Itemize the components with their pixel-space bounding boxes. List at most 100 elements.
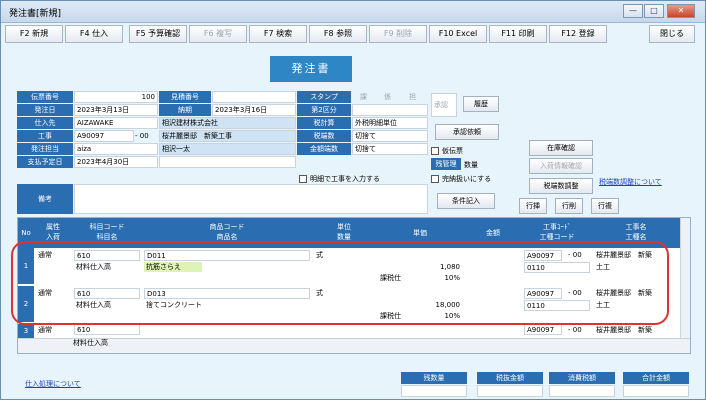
zeihasu-chousei-button[interactable]: 税端数調整: [529, 178, 593, 194]
nouki-label: 納期: [159, 104, 211, 116]
zeihasu-label: 税端数: [297, 130, 351, 142]
kingakuhasu-field[interactable]: 切捨て: [352, 143, 428, 155]
denpyo-no-label: 伝票番号: [17, 91, 73, 103]
row-zokusei[interactable]: 通常: [36, 325, 70, 335]
f8-reference-button[interactable]: F8 参照: [309, 25, 367, 43]
gyou-copy-button[interactable]: 行複: [591, 198, 619, 214]
col-zokusei-label: 属性: [46, 223, 60, 231]
kubun2-label: 第2区分: [297, 104, 351, 116]
f6-copy-button[interactable]: F6 複写: [189, 25, 247, 43]
vertical-scrollbar[interactable]: [680, 218, 690, 338]
f10-excel-button[interactable]: F10 Excel: [429, 25, 487, 43]
kingakuhasu-label: 金額端数: [297, 143, 351, 155]
zan-kanri-value: 数量: [464, 161, 478, 169]
kouji-sub: - 00: [135, 132, 149, 140]
zeikeisan-label: 税計算: [297, 117, 351, 129]
kouji-name-field: 桜井麗景邸 新築工事: [159, 130, 296, 142]
mitsumori-field[interactable]: [212, 91, 296, 103]
shiharai-extra-field: [159, 156, 296, 168]
stamp-ka: 課: [360, 93, 367, 101]
shiiresaki-code-field[interactable]: AIZAWAKE: [74, 117, 158, 129]
col-suryo-label: 数量: [337, 233, 351, 241]
shiiresaki-label: 仕入先: [17, 117, 73, 129]
gyou-delete-button[interactable]: 行削: [555, 198, 583, 214]
zan-suryo-label: 残数量: [401, 372, 467, 384]
row-kouji-code[interactable]: A90097: [524, 324, 562, 335]
maximize-button[interactable]: □: [644, 4, 664, 18]
gyou-insert-button[interactable]: 行挿: [519, 198, 547, 214]
jouken-button[interactable]: 条件記入: [437, 193, 495, 209]
shiiresaki-name-field: 相沢建材株式会社: [159, 117, 296, 129]
shiharai-label: 支払予定日: [17, 156, 73, 168]
shounin-stamp[interactable]: 承認: [431, 93, 457, 117]
kubun2-field[interactable]: [352, 104, 428, 116]
meisai-kouji-checkbox[interactable]: [299, 175, 307, 183]
close-window-button[interactable]: ✕: [667, 4, 695, 18]
minimize-button[interactable]: —: [623, 4, 643, 18]
stamp-tan: 担: [409, 93, 416, 101]
zeihasu-link[interactable]: 税端数調整について: [599, 178, 669, 187]
goukei-label: 合計金額: [623, 372, 689, 384]
form-title: 発注書: [270, 56, 352, 82]
order-window: 発注書[新規] — □ ✕ F2 新規 F4 仕入 F5 予算確認 F6 複写 …: [0, 0, 706, 400]
nyuka-kakunin-button[interactable]: 入荷情報確認: [529, 158, 593, 174]
f5-budget-button[interactable]: F5 予算確認: [129, 25, 187, 43]
shouhizei-label: 消費税額: [549, 372, 615, 384]
row-kouji-sub: - 00: [568, 326, 582, 334]
tantou-name-field: 相沢一太: [159, 143, 296, 155]
tantou-code-field[interactable]: aiza: [74, 143, 158, 155]
f2-new-button[interactable]: F2 新規: [5, 25, 63, 43]
mitsumori-label: 見積番号: [159, 91, 211, 103]
title-bar: 発注書[新規] — □ ✕: [1, 1, 705, 23]
kari-denpyo-checkbox[interactable]: [431, 147, 439, 155]
col-kouji-name-label: 工事名: [625, 223, 647, 231]
zeinuki-field: [477, 385, 543, 397]
hacchubi-label: 発注日: [17, 104, 73, 116]
bikou-field[interactable]: [74, 184, 428, 214]
col-kouji-code-label: 工事ｺｰﾄﾞ: [543, 223, 571, 231]
stamp-kakari: 係: [384, 93, 391, 101]
window-title: 発注書[新規]: [9, 9, 62, 19]
shiire-shori-link[interactable]: 仕入処理について: [25, 379, 81, 389]
zeikeisan-field[interactable]: 外税明細単位: [352, 117, 428, 129]
kouji-code-field[interactable]: A90097: [74, 130, 134, 142]
close-button[interactable]: 閉じる: [649, 25, 695, 43]
row-number: 3: [18, 324, 34, 338]
denpyo-no-field[interactable]: 100: [74, 91, 158, 103]
zaiko-kakunin-button[interactable]: 在庫確認: [529, 140, 593, 156]
f12-register-button[interactable]: F12 登録: [549, 25, 607, 43]
meisai-kouji-label: 明細で工事を入力する: [310, 175, 380, 183]
row3-kamoku-name: 材料仕入高: [73, 339, 108, 347]
goukei-field: [623, 385, 689, 397]
shounin-irai-button[interactable]: 承認依頼: [435, 124, 499, 140]
kanno-label: 完納扱いにする: [442, 175, 492, 183]
f4-purchase-button[interactable]: F4 仕入: [65, 25, 123, 43]
col-shohin-code-label: 商品コード: [209, 223, 245, 231]
kouji-label: 工事: [17, 130, 73, 142]
row-kamoku-code[interactable]: 610: [74, 324, 140, 335]
f7-search-button[interactable]: F7 検索: [249, 25, 307, 43]
horizontal-scrollbar[interactable]: [18, 338, 690, 353]
zeihasu-field[interactable]: 切捨て: [352, 130, 428, 142]
col-kamoku-name-label: 科目名: [96, 233, 118, 241]
col-kamoku-code-label: 科目コード: [89, 223, 125, 231]
shiharai-field[interactable]: 2023年4月30日: [74, 156, 158, 168]
nouki-field[interactable]: 2023年3月16日: [212, 104, 296, 116]
kari-denpyo-label: 仮伝票: [442, 147, 463, 155]
f11-print-button[interactable]: F11 印刷: [489, 25, 547, 43]
col-tani-label: 単位: [337, 223, 351, 231]
tantou-label: 発注担当: [17, 143, 73, 155]
hacchubi-field[interactable]: 2023年3月13日: [74, 104, 158, 116]
zan-suryo-field: [401, 385, 467, 397]
f9-delete-button[interactable]: F9 削除: [369, 25, 427, 43]
row-kouji-name: 桜井麗景邸 新築: [596, 326, 652, 334]
stamp-label: スタンプ: [297, 91, 351, 103]
rireki-button[interactable]: 履歴: [463, 96, 499, 112]
shouhizei-field: [549, 385, 615, 397]
bikou-label: 備考: [17, 184, 73, 214]
zan-kanri-label: 残管理: [431, 158, 461, 170]
col-koushu-name-label: 工種名: [625, 233, 647, 241]
col-koushu-code-label: 工種コード: [539, 233, 575, 241]
kanno-checkbox[interactable]: [431, 175, 439, 183]
col-nyuka-label: 入荷: [46, 233, 60, 241]
